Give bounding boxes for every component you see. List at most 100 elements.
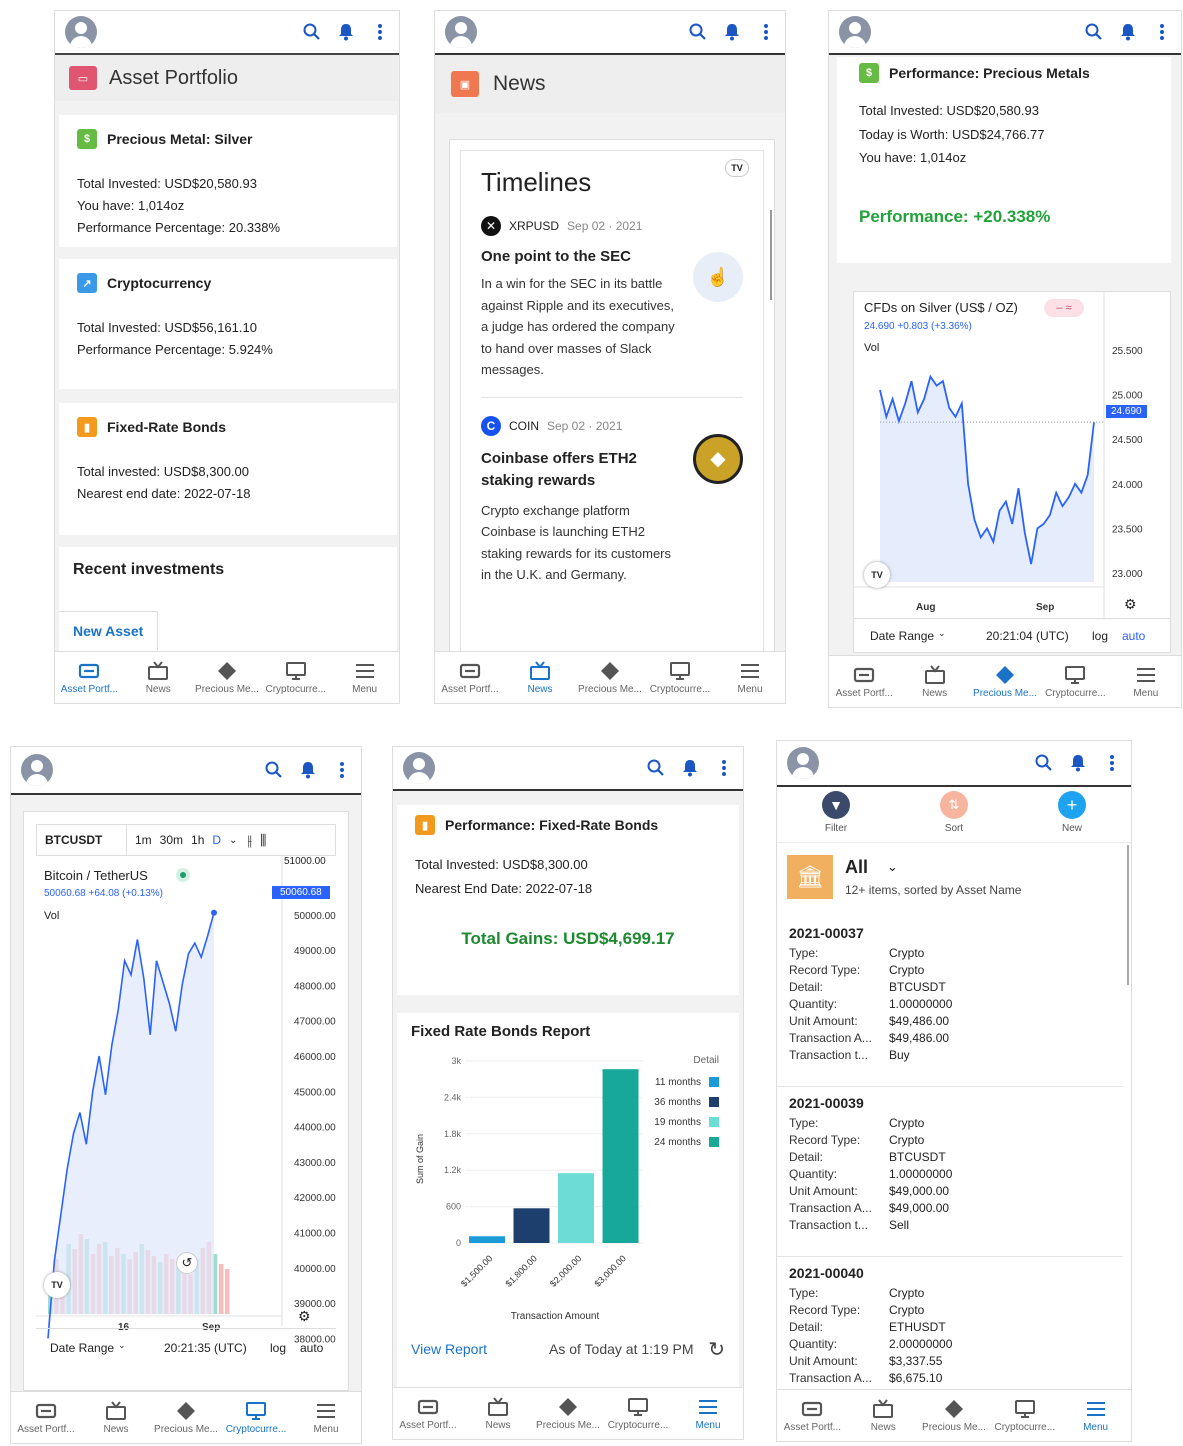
view-selector[interactable]: All (845, 857, 868, 878)
scrollbar[interactable] (770, 210, 772, 300)
avatar[interactable] (65, 16, 97, 48)
indicators-icon[interactable]: ⫼ (260, 832, 266, 849)
more-vert-icon[interactable] (715, 759, 733, 777)
nav-news[interactable]: News (899, 656, 969, 707)
nav-cryptocurrency[interactable]: Cryptocurre... (645, 652, 715, 703)
sort-button[interactable]: ⇅ Sort (895, 791, 1013, 842)
interval-d[interactable]: D (212, 833, 221, 847)
nav-menu[interactable]: Menu (291, 1392, 361, 1443)
bell-icon[interactable] (681, 759, 699, 777)
search-icon[interactable] (303, 23, 321, 41)
avatar[interactable] (839, 16, 871, 48)
nav-news[interactable]: News (81, 1392, 151, 1443)
nav-menu[interactable]: Menu (1111, 656, 1181, 707)
search-icon[interactable] (647, 759, 665, 777)
search-icon[interactable] (689, 23, 707, 41)
nav-asset-portfolio[interactable]: Asset Portf... (11, 1392, 81, 1443)
record-field: Transaction A... $49,486.00 (789, 1030, 1111, 1047)
nav-asset-portfolio[interactable]: Asset Portf... (829, 656, 899, 707)
bell-icon[interactable] (1119, 23, 1137, 41)
avatar[interactable] (445, 16, 477, 48)
menu-icon (1136, 667, 1155, 682)
nav-cryptocurrency[interactable]: Cryptocurre... (221, 1392, 291, 1443)
list-item[interactable]: 2021-00040 Type: Crypto Record Type: Crypto D… (777, 1257, 1123, 1389)
nav-cryptocurrency[interactable]: Cryptocurre... (989, 1390, 1060, 1441)
nav-precious-metals[interactable]: Precious Me... (533, 1388, 603, 1439)
avatar[interactable] (403, 752, 435, 784)
settings-gear-icon[interactable]: ⚙ (1124, 596, 1137, 613)
log-toggle[interactable]: log (1092, 629, 1108, 643)
new-asset-button[interactable]: New Asset (59, 611, 159, 650)
card-cryptocurrency[interactable]: ↗ Cryptocurrency Total Invested: USD$56,1… (59, 259, 397, 389)
news-item[interactable]: ✕ XRPUSD Sep 02 · 2021 One point to the … (481, 216, 743, 398)
log-toggle[interactable]: log (270, 1341, 286, 1355)
auto-toggle[interactable]: auto (300, 1341, 323, 1355)
nav-asset-portfolio[interactable]: Asset Portf... (393, 1388, 463, 1439)
reset-icon[interactable]: ↺ (176, 1252, 198, 1274)
nav-cryptocurrency[interactable]: Cryptocurre... (1040, 656, 1110, 707)
field-value: Sell (889, 1218, 910, 1232)
bell-icon[interactable] (1069, 754, 1087, 772)
nav-asset-portfolio[interactable]: Asset Portf... (55, 652, 124, 703)
nav-news[interactable]: News (124, 652, 193, 703)
chart-type-icon[interactable]: ⫲ (247, 832, 252, 849)
interval-30m[interactable]: 30m (160, 833, 183, 847)
search-icon[interactable] (1085, 23, 1103, 41)
nav-menu[interactable]: Menu (330, 652, 399, 703)
symbol-button[interactable]: BTCUSDT (37, 825, 127, 855)
list-item[interactable]: 2021-00039 Type: Crypto Record Type: Crypto D… (777, 1087, 1123, 1257)
date-range-button[interactable]: Date Range (50, 1341, 114, 1355)
nav-cryptocurrency[interactable]: Cryptocurre... (261, 652, 330, 703)
avatar[interactable] (787, 747, 819, 779)
auto-toggle[interactable]: auto (1122, 629, 1145, 643)
bag-icon: $ (859, 63, 879, 83)
nav-menu[interactable]: Menu (673, 1388, 743, 1439)
new-button[interactable]: + New (1013, 791, 1131, 842)
nav-news[interactable]: News (463, 1388, 533, 1439)
scrollbar[interactable] (1127, 845, 1129, 985)
status-dot (176, 868, 190, 882)
nav-news[interactable]: News (848, 1390, 919, 1441)
filter-button[interactable]: ▼ Filter (777, 791, 895, 842)
btc-price-chart[interactable]: 38000.0039000.0040000.0041000.0042000.00… (24, 856, 348, 1386)
nav-asset-portfolio[interactable]: Asset Portf... (435, 652, 505, 703)
list-item[interactable]: 2021-00037 Type: Crypto Record Type: Crypto D… (777, 917, 1123, 1087)
nav-precious-metals[interactable]: Precious Me... (193, 652, 262, 703)
interval-1m[interactable]: 1m (135, 833, 152, 847)
bell-icon[interactable] (337, 23, 355, 41)
search-icon[interactable] (265, 761, 283, 779)
chevron-down-icon[interactable]: ⌄ (887, 859, 898, 875)
refresh-icon[interactable]: ↻ (708, 1337, 725, 1362)
chevron-down-icon[interactable]: ⌄ (229, 835, 237, 846)
view-report-link[interactable]: View Report (411, 1341, 487, 1357)
nav-cryptocurrency[interactable]: Cryptocurre... (603, 1388, 673, 1439)
settings-gear-icon[interactable]: ⚙ (298, 1308, 311, 1325)
nav-news[interactable]: News (505, 652, 575, 703)
nav-menu[interactable]: Menu (715, 652, 785, 703)
more-vert-icon[interactable] (1153, 23, 1171, 41)
nav-menu[interactable]: Menu (1060, 1390, 1131, 1441)
news-item[interactable]: C COIN Sep 02 · 2021 Coinbase offers ETH… (481, 415, 743, 586)
field-label: Type: (789, 1286, 819, 1300)
more-vert-icon[interactable] (757, 23, 775, 41)
more-vert-icon[interactable] (371, 23, 389, 41)
nav-precious-metals[interactable]: Precious Me... (970, 656, 1040, 707)
more-vert-icon[interactable] (333, 761, 351, 779)
avatar[interactable] (21, 754, 53, 786)
card-fixed-rate-bonds[interactable]: ▮ Fixed-Rate Bonds Total invested: USD$8,… (59, 403, 397, 535)
interval-1h[interactable]: 1h (191, 833, 204, 847)
search-icon[interactable] (1035, 754, 1053, 772)
nav-asset-portfolio[interactable]: Asset Portf... (777, 1390, 848, 1441)
bell-icon[interactable] (299, 761, 317, 779)
date-range-button[interactable]: Date Range (870, 629, 934, 643)
card-precious-metal[interactable]: $ Precious Metal: Silver Total Invested: … (59, 115, 397, 247)
bonds-bar-chart[interactable]: 0 600 1.2k 1.8k 2.4k 3k Sum of Gain $1,500.00 $1… (397, 1047, 737, 1327)
y-tick-label: 42000.00 (294, 1193, 336, 1204)
nav-precious-metals[interactable]: Precious Me... (151, 1392, 221, 1443)
field-label: Quantity: (789, 1337, 838, 1351)
more-vert-icon[interactable] (1103, 754, 1121, 772)
nav-precious-metals[interactable]: Precious Me... (919, 1390, 990, 1441)
nav-precious-metals[interactable]: Precious Me... (575, 652, 645, 703)
bell-icon[interactable] (723, 23, 741, 41)
silver-price-chart[interactable]: 23.000 23.500 24.000 24.500 25.000 25.500 Aug S… (854, 292, 1170, 652)
